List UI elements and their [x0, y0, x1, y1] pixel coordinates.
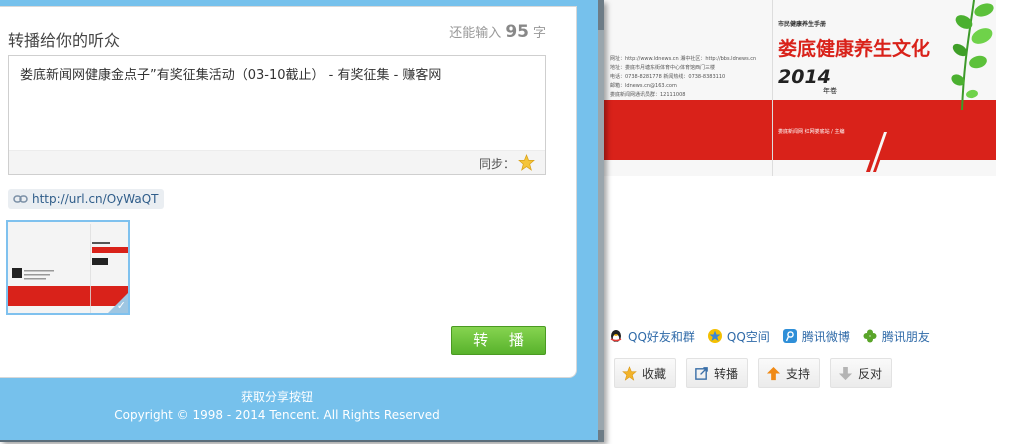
scrollbar[interactable]	[598, 0, 604, 442]
up-arrow-icon	[766, 366, 781, 380]
cover-slash-decoration	[866, 132, 890, 172]
sync-star-icon[interactable]	[518, 154, 535, 171]
screen: 网址：http://www.ldnews.cn 湘中社区：http://bbs.…	[0, 0, 1028, 444]
repost-icon	[695, 366, 708, 380]
qq-penguin-icon	[610, 330, 622, 342]
down-arrow-icon	[838, 366, 853, 380]
cover-year: 2014	[778, 66, 831, 88]
action-label: 转播	[714, 366, 739, 381]
qzone-star-icon	[707, 329, 722, 343]
cover-image: 网址：http://www.ldnews.cn 湘中社区：http://bbs.…	[604, 0, 996, 176]
action-label: 支持	[786, 366, 811, 381]
cover-divider	[772, 0, 773, 176]
image-thumbnail[interactable]: ✓	[6, 220, 130, 315]
share-panel: 转播给你的听众 还能输入 95 字 娄底新闻网健康金点子”有奖征集活动（03-1…	[0, 6, 577, 378]
char-counter: 还能输入 95 字	[449, 22, 546, 42]
share-popup: 转播给你的听众 还能输入 95 字 娄底新闻网健康金点子”有奖征集活动（03-1…	[0, 0, 604, 442]
clover-icon	[863, 329, 877, 343]
share-link-label: QQ好友和群	[628, 329, 695, 344]
sync-bar: 同步：	[9, 150, 545, 174]
short-link[interactable]: http://url.cn/OyWaQT	[8, 189, 165, 209]
sync-label: 同步：	[478, 157, 515, 171]
popup-body: 转播给你的听众 还能输入 95 字 娄底新闻网健康金点子”有奖征集活动（03-1…	[0, 0, 598, 440]
share-link-label: 腾讯微博	[801, 329, 850, 344]
support-button[interactable]: 支持	[758, 358, 821, 388]
cover-info: 网址：http://www.ldnews.cn 湘中社区：http://bbs.…	[610, 55, 756, 100]
favorite-button[interactable]: 收藏	[614, 358, 677, 388]
cover-info-line: 网址：http://www.ldnews.cn 湘中社区：http://bbs.…	[610, 56, 757, 62]
action-label: 收藏	[642, 366, 667, 381]
scrollbar-thumb[interactable]	[598, 30, 604, 430]
message-textarea[interactable]: 娄底新闻网健康金点子”有奖征集活动（03-10截止） - 有奖征集 - 赚客网 …	[8, 55, 546, 175]
cover-info-line: 娄底新闻网通讯员群：12111008	[610, 92, 686, 98]
share-qq-friends-link[interactable]: QQ好友和群	[608, 327, 695, 345]
share-submit-button[interactable]: 转 播	[451, 326, 546, 355]
counter-prefix: 还能输入	[449, 26, 502, 41]
share-link-label: QQ空间	[726, 329, 770, 344]
share-tencent-pengyou-link[interactable]: 腾讯朋友	[862, 327, 930, 345]
cover-subtitle: 市民健康养生手册	[778, 21, 827, 28]
vine-leaves-icon	[951, 0, 994, 110]
link-icon	[13, 195, 28, 203]
action-buttons: 收藏 转播 支持 反对	[614, 358, 893, 388]
tencent-weibo-icon	[782, 329, 797, 343]
cover-info-line: 地址：娄底市月塘东街体育中心体育馆西门三楼	[610, 65, 716, 71]
get-share-button-link[interactable]: 获取分享按钮	[0, 388, 554, 405]
cover-info-line: 电话：0738-8281778 新闻热线：0738-8383110	[610, 74, 726, 80]
share-tencent-weibo-link[interactable]: 腾讯微博	[782, 327, 850, 345]
panel-title: 转播给你的听众	[8, 31, 121, 50]
cover-credit: 娄底新闻网 红网娄底站 / 主编	[778, 129, 845, 135]
oppose-button[interactable]: 反对	[830, 358, 893, 388]
star-icon	[622, 365, 637, 381]
copyright-text: Copyright © 1998 - 2014 Tencent. All Rig…	[114, 408, 440, 422]
cover-info-line: 邮箱：ldnews.cn@163.com	[610, 83, 677, 89]
cover-year-tag: 年卷	[823, 87, 837, 95]
repost-button[interactable]: 转播	[686, 358, 749, 388]
short-link-text: http://url.cn/OyWaQT	[32, 192, 159, 206]
share-links: QQ好友和群 QQ空间 腾讯微博 腾讯朋友	[608, 327, 930, 345]
share-link-label: 腾讯朋友	[881, 329, 930, 344]
share-qzone-link[interactable]: QQ空间	[707, 327, 770, 345]
cover-title: 娄底健康养生文化	[778, 38, 931, 60]
action-label: 反对	[858, 366, 883, 381]
check-icon: ✓	[116, 299, 126, 312]
counter-suffix: 字	[532, 26, 546, 41]
message-text: 娄底新闻网健康金点子”有奖征集活动（03-10截止） - 有奖征集 - 赚客网	[20, 68, 442, 83]
counter-value: 95	[505, 22, 529, 42]
